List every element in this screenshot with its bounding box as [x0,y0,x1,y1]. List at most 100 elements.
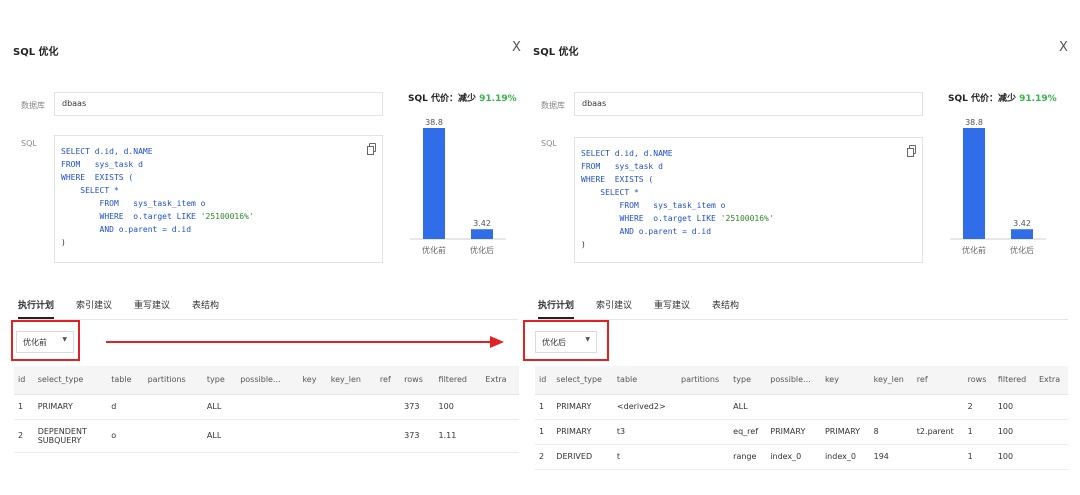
select-value: 优化后 [542,338,566,347]
table-header-row: id select_type table partitions type possible… [535,366,1068,395]
plan-version-select[interactable]: 优化前 ▼ [16,331,74,353]
column-header[interactable]: key [298,366,327,395]
sql-line: AND o.parent = d.id [61,225,192,234]
table-cell [677,419,730,445]
sql-line: WHERE o.target LIKE '25100016%' [61,212,254,221]
sql-line: SELECT * [61,186,119,195]
tab-index-advice[interactable]: 索引建议 [76,298,112,319]
column-header[interactable]: id [535,366,553,395]
column-header[interactable]: type [729,366,767,395]
sql-code: SELECT d.id, d.NAME FROM sys_task d WHERE … [61,145,376,249]
caret-down-icon: ▼ [62,336,67,343]
column-header[interactable]: table [107,366,144,395]
select-value: 优化前 [23,338,47,347]
column-header[interactable]: Extra [1035,366,1068,395]
table-cell [766,394,821,420]
database-field[interactable]: dbaas [54,92,383,116]
column-header[interactable]: ref [375,366,401,395]
table-row: 1 PRIMARY d ALL 373 100 [14,394,519,420]
table-cell: 1.11 [434,419,482,453]
table-cell [1035,419,1068,445]
table-cell: 100 [434,394,482,420]
table-cell: ALL [202,419,237,453]
arrow-icon [106,336,504,348]
tab-rewrite-advice[interactable]: 重写建议 [654,298,690,319]
category-label: 优化前 [962,245,986,255]
table-cell: DERIVED [552,444,613,470]
copy-icon[interactable] [367,143,376,155]
cost-bar-chart: 38.8 优化前 3.42 优化后 [950,108,1046,261]
column-header[interactable]: ref [912,366,964,395]
column-header[interactable]: possible... [766,366,821,395]
plan-version-select[interactable]: 优化后 ▼ [535,331,597,353]
column-header[interactable]: partitions [677,366,730,395]
table-cell: 2 [14,419,34,453]
tab-table-structure[interactable]: 表结构 [712,298,739,319]
tab-index-advice[interactable]: 索引建议 [596,298,632,319]
column-header[interactable]: id [14,366,34,395]
table-cell [143,419,203,453]
close-icon[interactable]: X [1059,40,1068,55]
table-cell: <derived2> [612,394,678,420]
sql-line: WHERE o.target LIKE '25100016%' [581,214,774,223]
table-row: 1 PRIMARY <derived2> ALL 2 100 [535,394,1068,420]
sql-line: SELECT d.id, d.NAME [581,149,673,158]
table-cell [1035,444,1068,470]
column-header[interactable]: partitions [143,366,203,395]
bar [963,128,985,239]
database-field[interactable]: dbaas [574,92,923,116]
table-cell: PRIMARY [552,394,613,420]
column-header[interactable]: key [820,366,870,395]
column-header[interactable]: select_type [552,366,613,395]
column-header[interactable]: key_len [326,366,376,395]
table-cell: t [612,444,678,470]
close-icon[interactable]: X [512,40,521,55]
category-label: 优化后 [1010,245,1034,255]
dialog-title: SQL 优化 [13,47,59,58]
sql-line: ) [581,240,586,249]
column-header[interactable]: table [612,366,678,395]
table-cell [236,419,299,453]
tab-execution-plan[interactable]: 执行计划 [538,298,575,319]
sql-editor[interactable]: SELECT d.id, d.NAME FROM sys_task d WHERE … [54,135,383,263]
table-cell: 373 [400,394,435,420]
table-cell: PRIMARY [820,419,870,445]
dialog-title: SQL 优化 [533,47,579,58]
table-cell: 100 [993,444,1035,470]
table-cell [481,419,519,453]
table-cell [1035,394,1068,420]
table-cell: 373 [400,419,435,453]
column-header[interactable]: rows [400,366,435,395]
copy-icon[interactable] [907,145,916,157]
table-cell: DEPENDENT SUBQUERY [33,419,108,453]
column-header[interactable]: Extra [481,366,519,395]
sql-line: AND o.parent = d.id [581,227,712,236]
column-header[interactable]: type [202,366,237,395]
bar-chart-svg: 38.8 优化前 3.42 优化后 [950,118,1046,255]
tab-execution-plan[interactable]: 执行计划 [18,298,55,319]
tab-table-structure[interactable]: 表结构 [192,298,219,319]
column-header[interactable]: select_type [33,366,108,395]
sql-cost-summary: SQL 代价：减少 91.19% [408,91,517,104]
table-cell: o [107,419,144,453]
explain-table: id select_type table partitions type possible… [535,366,1068,470]
bar-value-label: 3.42 [1013,219,1031,228]
result-tabs: 执行计划 索引建议 重写建议 表结构 [18,298,518,320]
column-header[interactable]: filtered [993,366,1035,395]
column-header[interactable]: filtered [434,366,482,395]
sql-optimize-dialog-after: SQL 优化 X 数据库 dbaas SQL SELECT d.id, d.NA… [523,0,1080,495]
table-cell [143,394,203,420]
table-cell: index_0 [766,444,821,470]
bar [423,128,445,239]
column-header[interactable]: possible... [236,366,299,395]
tab-rewrite-advice[interactable]: 重写建议 [134,298,170,319]
sql-editor[interactable]: SELECT d.id, d.NAME FROM sys_task d WHERE … [574,137,923,263]
sql-label: SQL [541,139,557,148]
table-row: 2 DEPENDENT SUBQUERY o ALL 373 1.11 [14,419,519,453]
database-label: 数据库 [541,101,565,110]
table-cell [481,394,519,420]
column-header[interactable]: rows [963,366,994,395]
column-header[interactable]: key_len [869,366,913,395]
table-cell: 1 [963,419,994,445]
cost-reduction-percent: 91.19% [1019,94,1057,104]
